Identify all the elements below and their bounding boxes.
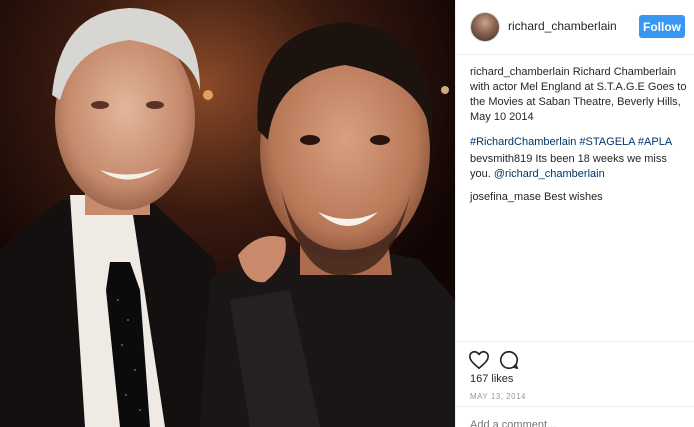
post-photo-image [0, 0, 455, 427]
comment-author[interactable]: bevsmith819 [470, 153, 532, 165]
likes-count[interactable]: 167 likes [470, 373, 513, 385]
comment-author[interactable]: josefina_mase [470, 191, 541, 203]
post-side-panel: richard_chamberlain Follow richard_chamb… [455, 0, 694, 427]
post-header: richard_chamberlain Follow [456, 0, 694, 55]
list-item: josefina_mase Best wishes [470, 190, 688, 205]
caption: richard_chamberlain Richard Chamberlain … [470, 65, 688, 125]
post-photo[interactable] [0, 0, 455, 427]
heart-icon[interactable] [468, 349, 490, 371]
avatar[interactable] [470, 12, 500, 42]
hashtag-links[interactable]: #RichardChamberlain #STAGELA #APLA [470, 136, 672, 148]
post-actions: 167 likes MAY 13, 2014 [456, 341, 694, 401]
comment-icon[interactable] [498, 349, 520, 371]
username-link[interactable]: richard_chamberlain [508, 19, 617, 33]
comment-mention[interactable]: @richard_chamberlain [494, 168, 605, 180]
add-comment-bar [456, 406, 694, 427]
comment-text: Best wishes [540, 191, 603, 203]
caption-hashtags: #RichardChamberlain #STAGELA #APLA [470, 135, 688, 150]
list-item: bevsmith819 Its been 18 weeks we miss yo… [470, 152, 688, 182]
caption-author[interactable]: richard_chamberlain [470, 66, 570, 78]
post-date: MAY 13, 2014 [470, 392, 526, 401]
comments-list: richard_chamberlain Richard Chamberlain … [470, 65, 688, 215]
add-comment-input[interactable] [470, 419, 670, 427]
follow-button[interactable]: Follow [639, 15, 685, 38]
